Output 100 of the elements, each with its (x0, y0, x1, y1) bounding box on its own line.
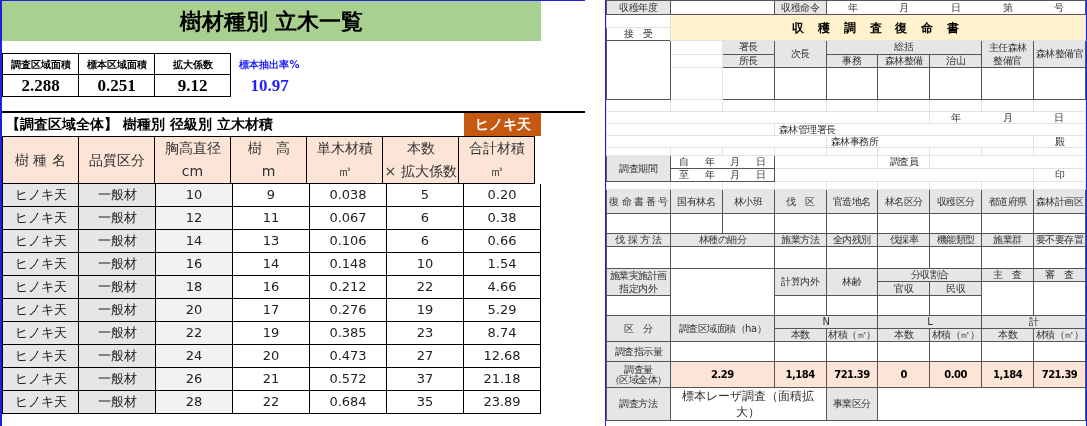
section-title: 【調査区域全体】 樹種別 径級別 立木材積 (6, 115, 273, 134)
table-cell: 一般材 (79, 391, 156, 414)
table-cell: 16 (233, 276, 310, 299)
date-label: 第 (1002, 2, 1013, 13)
table-cell: 20 (233, 345, 310, 368)
table-cell: 21.18 (464, 368, 541, 391)
column-label: 樹 高 (247, 139, 290, 158)
surveyor-label: 調査員 (877, 155, 930, 169)
office-label: 森林事務所 (826, 135, 1034, 148)
date-label: 年 (704, 170, 715, 180)
column-unit: × 拡大係数 (384, 162, 457, 181)
table-cell: 5 (387, 184, 464, 207)
date-label: 年 (847, 2, 858, 13)
date-label: 年 (704, 157, 715, 167)
date-label: 号 (1054, 2, 1064, 13)
date-label: 日 (756, 157, 766, 167)
table-cell: 26 (156, 368, 233, 391)
table-cell: 0.20 (464, 184, 541, 207)
table-cell: 13 (233, 230, 310, 253)
table-cell: ヒノキ天 (2, 230, 79, 253)
table-cell: 一般材 (79, 368, 156, 391)
table-cell: 19 (387, 299, 464, 322)
method-value: 標本レーザ調査（面積拡大） (670, 387, 826, 421)
table-cell: ヒノキ天 (2, 345, 79, 368)
table-cell: 1.54 (464, 253, 541, 276)
column-label: 品質区分 (88, 150, 145, 170)
honorific-label: 殿 (1033, 135, 1086, 148)
table-cell: 0.473 (310, 345, 387, 368)
form-label: 区 分 (606, 315, 671, 342)
form-title: 収 穫 調 査 復 命 書 (670, 14, 1086, 41)
table-cell: 12.68 (464, 345, 541, 368)
form-label: 調査指示量 (606, 341, 671, 362)
date-label: 年 (951, 112, 961, 123)
table-cell: 0.067 (310, 207, 387, 230)
table-cell: 22 (233, 391, 310, 414)
table-cell: 37 (387, 368, 464, 391)
table-cell: 17 (233, 299, 310, 322)
column-label: 単木材積 (316, 139, 373, 158)
table-cell: ヒノキ天 (2, 207, 79, 230)
table-cell: 27 (387, 345, 464, 368)
form-label: 収穫年度 (606, 0, 671, 15)
stat-label: 標本区域面積 (86, 57, 147, 72)
table-cell: 23 (387, 322, 464, 345)
date-label: 日 (951, 2, 961, 13)
stat-value: 0.251 (97, 74, 136, 97)
column-unit: ㎥ (489, 162, 504, 181)
table-cell: 20 (156, 299, 233, 322)
form-label: 収穫命令 (774, 0, 826, 15)
form-label: 復 命 書 番 号 (606, 189, 671, 214)
table-cell: 一般材 (79, 184, 156, 207)
table-cell: 一般材 (79, 230, 156, 253)
column-label: 合計材積 (468, 139, 525, 158)
column-label: 胸高直径 (164, 139, 221, 158)
table-cell: 9 (233, 184, 310, 207)
form-label: 調査期間 (606, 155, 671, 182)
table-cell: 一般材 (79, 207, 156, 230)
table-cell: 0.276 (310, 299, 387, 322)
date-label: 日 (1054, 112, 1064, 123)
table-cell: 16 (156, 253, 233, 276)
date-label: 日 (756, 170, 766, 180)
table-cell: 0.572 (310, 368, 387, 391)
table-cell: 5.29 (464, 299, 541, 322)
date-label: 月 (1002, 112, 1013, 123)
date-label: 月 (899, 2, 909, 13)
date-label: 月 (730, 157, 740, 167)
form-label: 調査区域面積（ha） (670, 315, 775, 342)
table-cell: 0.148 (310, 253, 387, 276)
table-cell: 8.74 (464, 322, 541, 345)
seal-label: 印 (1033, 168, 1086, 182)
table-cell: ヒノキ天 (2, 391, 79, 414)
table-cell: 6 (387, 230, 464, 253)
table-cell: 一般材 (79, 299, 156, 322)
form-label: 主任森林整備官 (987, 41, 1028, 67)
column-unit: cm (181, 162, 204, 181)
species-tag: ヒノキ天 (464, 113, 541, 136)
table-cell: 11 (233, 207, 310, 230)
sheet-title: 樹材種別 立木一覧 (2, 1, 541, 41)
table-cell: 0.66 (464, 230, 541, 253)
column-unit: m (261, 162, 276, 181)
table-cell: 18 (156, 276, 233, 299)
table-cell: ヒノキ天 (2, 184, 79, 207)
form-note: （区域全体） (610, 374, 667, 385)
date-label: 自 (679, 157, 689, 167)
table-cell: 35 (387, 391, 464, 414)
table-cell: 0.684 (310, 391, 387, 414)
addressee-label: 森林管理署長 (774, 123, 1086, 136)
table-cell: 0.385 (310, 322, 387, 345)
date-label: 至 (679, 170, 689, 180)
table-cell: 14 (156, 230, 233, 253)
table-cell: ヒノキ天 (2, 368, 79, 391)
table-cell: ヒノキ天 (2, 322, 79, 345)
table-cell: 2.29 (670, 361, 775, 388)
table-cell: 一般材 (79, 322, 156, 345)
table-cell: 一般材 (79, 253, 156, 276)
table-cell: ヒノキ天 (2, 253, 79, 276)
table-cell: 28 (156, 391, 233, 414)
table-cell: 14 (233, 253, 310, 276)
table-cell: ヒノキ天 (2, 299, 79, 322)
table-cell: 22 (156, 322, 233, 345)
table-cell: 6 (387, 207, 464, 230)
